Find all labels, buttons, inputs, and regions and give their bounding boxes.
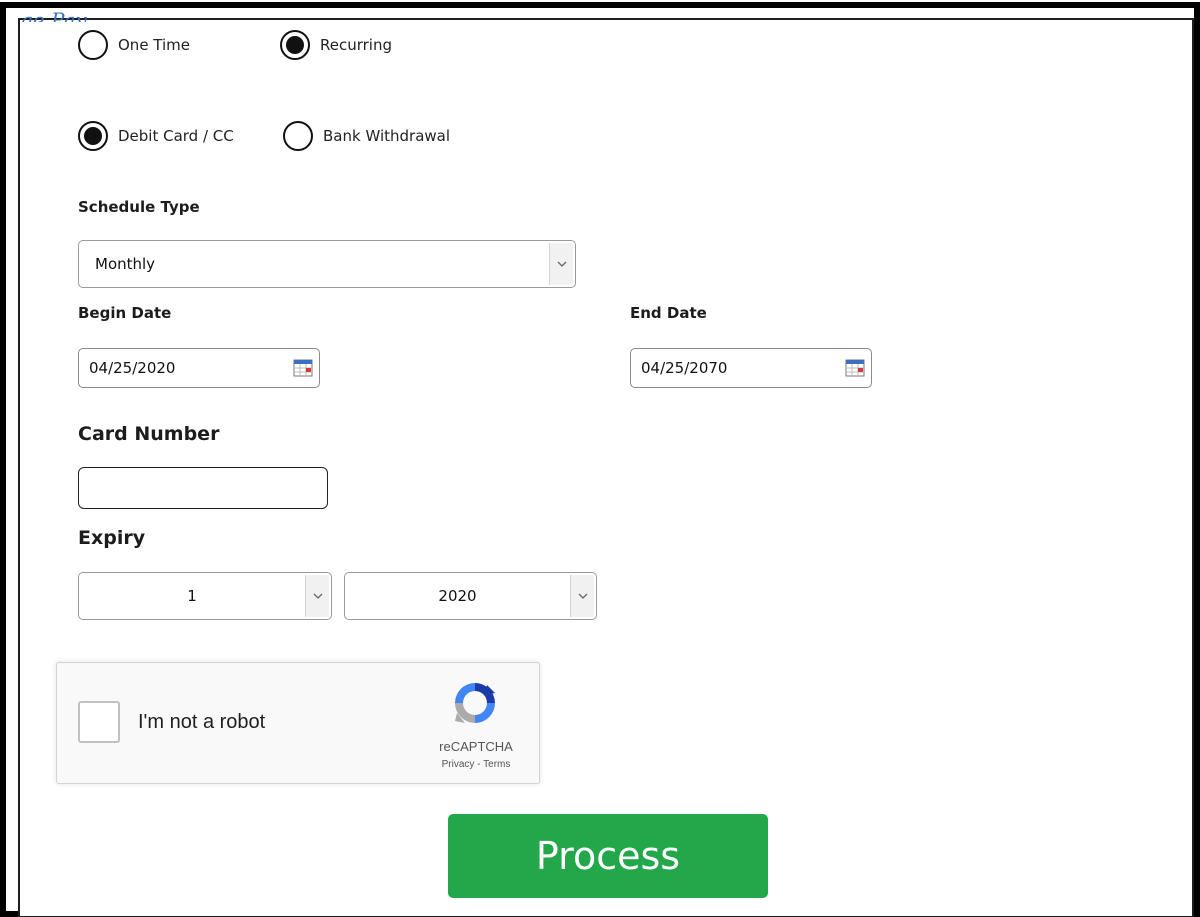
radio-bank-withdrawal-circle[interactable]	[283, 121, 313, 151]
radio-one-time-circle[interactable]	[78, 30, 108, 60]
radio-bank-withdrawal-label: Bank Withdrawal	[323, 127, 451, 145]
radio-debit-card[interactable]: Debit Card / CC	[78, 121, 234, 151]
radio-selected-dot	[286, 36, 304, 54]
expiry-month-select[interactable]: 1	[78, 572, 332, 620]
radio-one-time-label: One Time	[118, 36, 191, 54]
radio-recurring[interactable]: Recurring	[280, 30, 392, 60]
chevron-down-icon[interactable]	[549, 243, 573, 285]
recaptcha-label: I'm not a robot	[138, 711, 266, 733]
recaptcha-logo-icon	[455, 683, 495, 723]
radio-bank-withdrawal[interactable]: Bank Withdrawal	[283, 121, 450, 151]
begin-date-label: Begin Date	[78, 304, 172, 322]
expiry-year-value: 2020	[438, 587, 477, 605]
recaptcha-checkbox[interactable]	[78, 701, 120, 743]
schedule-type-label: Schedule Type	[78, 198, 200, 216]
expiry-month-value: 1	[187, 587, 197, 605]
end-date-input[interactable]: 04/25/2070	[630, 348, 872, 388]
process-button[interactable]: Process	[448, 814, 768, 898]
radio-recurring-label: Recurring	[320, 36, 392, 54]
calendar-icon[interactable]	[845, 357, 865, 377]
expiry-year-select[interactable]: 2020	[344, 572, 597, 620]
radio-one-time[interactable]: One Time	[78, 30, 190, 60]
recaptcha-privacy-terms-link[interactable]: Privacy - Terms	[421, 759, 531, 770]
page-title-fragment: ge Pay	[20, 10, 87, 22]
begin-date-input[interactable]: 04/25/2020	[78, 348, 320, 388]
chevron-down-icon[interactable]	[305, 575, 329, 617]
card-number-field[interactable]	[78, 467, 328, 509]
radio-debit-card-circle[interactable]	[78, 121, 108, 151]
begin-date-value: 04/25/2020	[89, 359, 176, 377]
schedule-type-select[interactable]: Monthly	[78, 240, 576, 288]
chevron-down-icon[interactable]	[570, 575, 594, 617]
radio-selected-dot	[84, 127, 102, 145]
end-date-value: 04/25/2070	[641, 359, 728, 377]
radio-debit-card-label: Debit Card / CC	[118, 127, 234, 145]
schedule-type-value: Monthly	[95, 255, 156, 273]
calendar-icon[interactable]	[293, 357, 313, 377]
radio-recurring-circle[interactable]	[280, 30, 310, 60]
expiry-label: Expiry	[78, 527, 146, 549]
end-date-label: End Date	[630, 304, 707, 322]
recaptcha-brand: reCAPTCHA	[439, 739, 513, 754]
recaptcha-widget: I'm not a robot reCAPTCHA Privacy - Term…	[56, 662, 540, 784]
card-number-label: Card Number	[78, 423, 220, 445]
